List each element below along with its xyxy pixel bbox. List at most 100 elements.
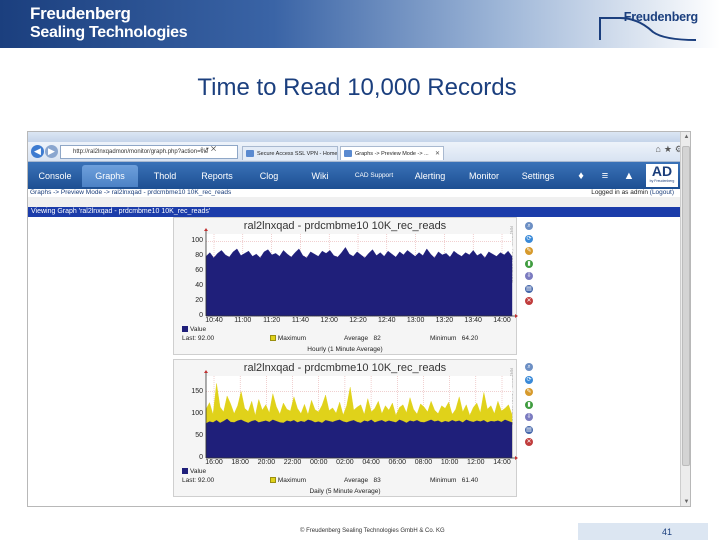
properties-icon[interactable]: ▤ [525, 425, 533, 434]
y-tick-label: 60 [195, 267, 203, 275]
x-tick-label: 10:40 [205, 317, 223, 324]
legend-value-label: Value [190, 326, 207, 333]
delete-icon[interactable]: ✕ [525, 438, 533, 446]
tab-reports[interactable]: Reports [192, 165, 242, 187]
x-tick-label: 12:00 [320, 317, 338, 324]
graphs-favicon-icon [344, 150, 352, 157]
tab-settings[interactable]: Settings [512, 165, 564, 187]
export-icon[interactable]: ⇩ [525, 272, 533, 280]
stat-maximum-label: Maximum [277, 477, 306, 484]
slide-title: Time to Read 10,000 Records [197, 74, 517, 101]
series-value-area [205, 418, 513, 459]
x-tick-label: 13:20 [435, 317, 454, 324]
x-tick-label: 11:40 [291, 317, 309, 324]
y-tick-label: 40 [195, 282, 203, 290]
scroll-up-icon[interactable]: ▲ [682, 133, 690, 142]
tab-monitor[interactable]: Monitor [458, 165, 510, 187]
tab-graphs[interactable]: Graphs [82, 165, 138, 187]
x-tick-label: 13:00 [406, 317, 425, 324]
y-tick-label: 150 [191, 387, 203, 395]
ad-logo-subtext: by Freudenberg [649, 179, 675, 183]
zoom-icon[interactable]: ⌕ [525, 222, 533, 230]
stat-average-value: 82 [373, 335, 381, 342]
page-number: 41 [661, 527, 672, 537]
stat-last: Last: 92.00 [182, 477, 214, 484]
browser-tab-graphs[interactable]: Graphs -> Preview Mode -> ... ✕ [340, 146, 444, 160]
refresh-icon[interactable]: ⟳ [525, 375, 533, 384]
stat-last: Last: 92.00 [182, 335, 214, 342]
forward-arrow-icon[interactable]: ▶ [45, 145, 58, 158]
x-tick-label: 11:20 [263, 317, 281, 324]
browser-tab-vpn[interactable]: Secure Access SSL VPN - Home [242, 146, 338, 160]
x-tick-label: 12:40 [378, 317, 396, 324]
url-action-icons[interactable]: ⌕▾✕ [200, 146, 218, 154]
stat-maximum: Maximum [270, 477, 306, 484]
graph-panel-daily: ral2lnxqad - prdcmbme10 10K_rec_reads RR… [173, 359, 518, 497]
zoom-icon[interactable]: ⌕ [525, 363, 533, 371]
edit-icon[interactable]: ✎ [525, 388, 533, 396]
back-arrow-icon[interactable]: ◀ [31, 145, 44, 158]
tab-console[interactable]: Console [32, 165, 78, 187]
list-view-icon[interactable]: ≡ [594, 166, 616, 186]
y-tick-label: 100 [191, 237, 203, 245]
vpn-favicon-icon [246, 150, 254, 157]
stat-average: Average 82 [344, 335, 381, 342]
maximum-swatch-icon [270, 335, 276, 341]
app-nav-bar: Console Graphs Thold Reports Clog Wiki C… [28, 162, 680, 189]
stat-average-value: 83 [373, 477, 381, 484]
tab-thold[interactable]: Thold [140, 165, 190, 187]
graph-content-area: ral2lnxqad - prdcmbme10 10K_rec_reads RR… [28, 217, 680, 506]
stat-minimum-value: 61.40 [461, 477, 479, 484]
stat-minimum: Minimum 64.20 [430, 335, 478, 342]
stat-minimum-value: 64.20 [461, 335, 479, 342]
y-axis-arrow [204, 228, 208, 231]
tab-alerting[interactable]: Alerting [404, 165, 456, 187]
y-axis-arrow [204, 370, 208, 373]
vertical-scrollbar[interactable]: ▲ ▼ [680, 132, 690, 506]
x-tick-label: 14:00 [493, 317, 511, 324]
properties-icon[interactable]: ▤ [525, 284, 533, 293]
value-swatch-icon [182, 326, 188, 332]
brand-line-1: Freudenberg [30, 4, 131, 23]
delete-icon[interactable]: ✕ [525, 297, 533, 305]
export-icon[interactable]: ⇩ [525, 413, 533, 421]
stat-average-label: Average [344, 477, 369, 484]
legend-value-label: Value [190, 468, 207, 475]
scroll-down-icon[interactable]: ▼ [682, 498, 690, 506]
legend-value: Value [182, 468, 206, 475]
tab-cad-support[interactable]: CAD Support [346, 165, 402, 187]
preview-mode-icon[interactable]: ▲ [618, 166, 640, 186]
logo-text: Freudenberg [623, 10, 698, 24]
login-status: Logged in as admin (Logout) [591, 189, 674, 196]
value-swatch-icon [182, 468, 188, 474]
page-number-box: 41 [578, 523, 708, 540]
series-value-area [205, 247, 513, 317]
edit-icon[interactable]: ✎ [525, 247, 533, 255]
tree-view-icon[interactable]: ♦ [570, 166, 592, 186]
legend-value: Value [182, 326, 206, 333]
scroll-thumb[interactable] [682, 146, 690, 466]
bar-chart-icon[interactable]: ▮ [525, 259, 533, 268]
login-user: admin [630, 189, 648, 196]
graph-tools-daily: ⌕ ⟳ ✎ ▮ ⇩ ▤ ✕ [525, 363, 535, 451]
url-text: http://ral2lnxqadmon/monitor/graph.php?a… [73, 149, 209, 155]
brand-wordmark: Freudenberg Sealing Technologies [30, 4, 188, 42]
refresh-icon[interactable]: ⟳ [525, 234, 533, 243]
bar-chart-icon[interactable]: ▮ [525, 400, 533, 409]
address-bar: ◀ ▶ http://ral2lnxqadmon/monitor/graph.p… [28, 142, 690, 162]
breadcrumb[interactable]: Graphs -> Preview Mode -> ral2lnxqad - p… [30, 189, 231, 196]
y-tick-label: 50 [195, 431, 203, 439]
window-titlebar [28, 132, 690, 142]
stat-average-label: Average [344, 335, 369, 342]
viewing-graph-bar: Viewing Graph 'ral2lnxqad - prdcmbme10 1… [28, 207, 680, 217]
footer-copyright: © Freudenberg Sealing Technologies GmbH … [300, 528, 445, 534]
y-tick-label: 100 [191, 409, 203, 417]
stat-last-value: 92.00 [197, 477, 215, 484]
tab-clog[interactable]: Clog [244, 165, 294, 187]
x-tick-label: 13:40 [464, 317, 482, 324]
logout-link[interactable]: (Logout) [650, 189, 674, 196]
close-tab-icon[interactable]: ✕ [435, 150, 440, 157]
x-tick-label: 11:00 [234, 317, 252, 324]
tab-wiki[interactable]: Wiki [296, 165, 344, 187]
graph-caption: Daily (5 Minute Average) [309, 488, 381, 495]
